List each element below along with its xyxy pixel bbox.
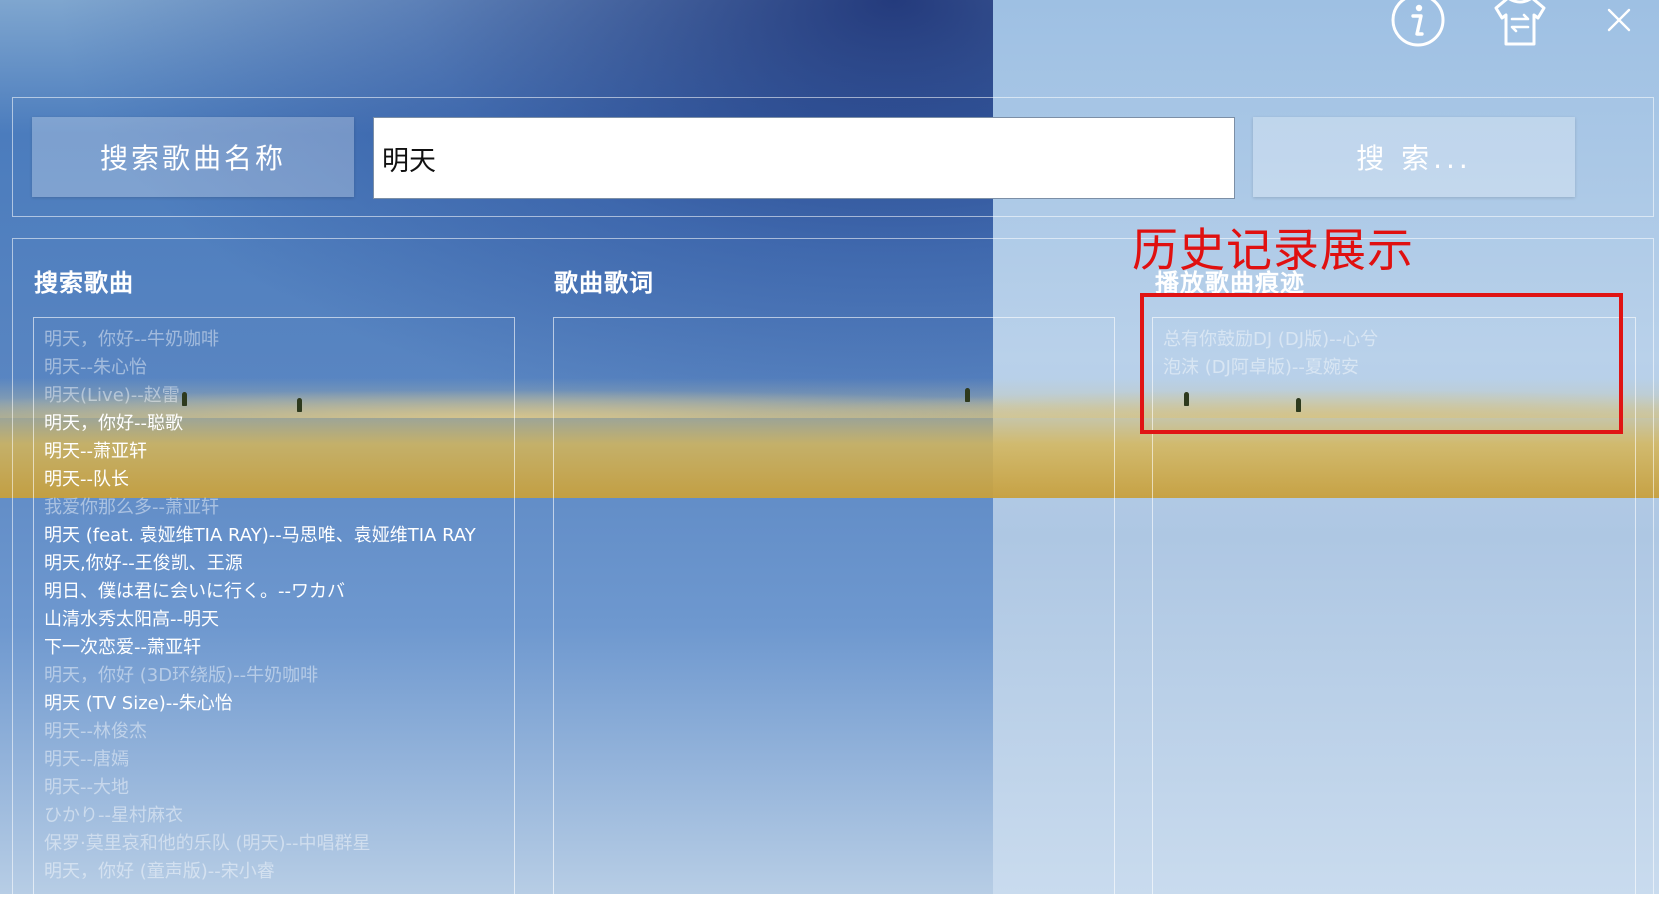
- search-result-item[interactable]: 明天--林俊杰: [44, 718, 514, 746]
- annotation-label: 历史记录展示: [1132, 223, 1414, 277]
- search-result-item[interactable]: 明天，你好 (童声版)--宋小睿: [44, 858, 514, 886]
- search-result-item[interactable]: 明天,你好--王俊凯、王源: [44, 550, 514, 578]
- search-result-item[interactable]: 明天 (TV Size)--朱心怡: [44, 690, 514, 718]
- skin-change-icon[interactable]: [1488, 0, 1552, 48]
- search-input[interactable]: [373, 117, 1235, 199]
- info-icon[interactable]: [1390, 0, 1446, 48]
- search-result-item[interactable]: 明天--唐嫣: [44, 746, 514, 774]
- search-result-item[interactable]: 明天--队长: [44, 466, 514, 494]
- search-results-title: 搜索歌曲: [34, 269, 134, 297]
- search-result-item[interactable]: ひかり--星村麻衣: [44, 802, 514, 830]
- search-song-name-label: 搜索歌曲名称: [32, 117, 354, 197]
- annotation-highlight-box: [1140, 293, 1623, 434]
- search-button[interactable]: 搜 索...: [1253, 117, 1575, 197]
- search-result-item[interactable]: 下一次恋爱--萧亚轩: [44, 634, 514, 662]
- search-result-item[interactable]: 明天--大地: [44, 774, 514, 802]
- search-result-item[interactable]: 明天(Live)--赵雷: [44, 382, 514, 410]
- lyrics-title: 歌曲歌词: [554, 269, 654, 297]
- search-result-item[interactable]: 明天，你好 (3D环绕版)--牛奶咖啡: [44, 662, 514, 690]
- search-result-item[interactable]: 明天--朱心怡: [44, 354, 514, 382]
- search-result-item[interactable]: 保罗·莫里哀和他的乐队 (明天)--中唱群星: [44, 830, 514, 858]
- search-result-item[interactable]: 明日、僕は君に会いに行く。--ワカバ: [44, 578, 514, 606]
- search-result-item[interactable]: 我爱你那么多--萧亚轩: [44, 494, 514, 522]
- search-result-item[interactable]: 明天，你好--聪歌: [44, 410, 514, 438]
- lyrics-panel[interactable]: [553, 317, 1115, 907]
- search-result-item[interactable]: 明天--萧亚轩: [44, 438, 514, 466]
- search-results-list[interactable]: 明天，你好--牛奶咖啡 明天--朱心怡 明天(Live)--赵雷 明天，你好--聪歌明…: [33, 317, 515, 907]
- search-result-item[interactable]: 明天，你好--牛奶咖啡: [44, 326, 514, 354]
- search-result-item[interactable]: 山清水秀太阳高--明天: [44, 606, 514, 634]
- search-result-item[interactable]: 明天 (feat. 袁娅维TIA RAY)--马思唯、袁娅维TIA RAY: [44, 522, 514, 550]
- close-icon[interactable]: [1604, 4, 1634, 36]
